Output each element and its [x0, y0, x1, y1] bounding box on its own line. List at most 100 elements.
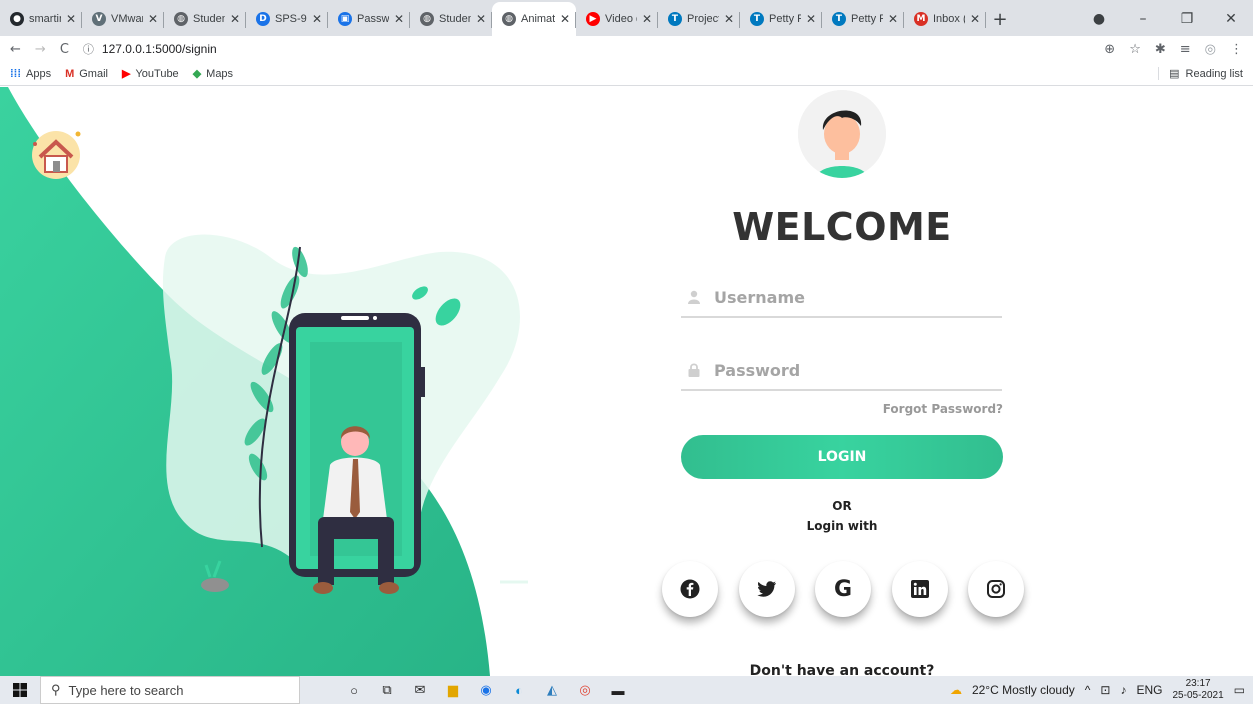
maximize-button[interactable]: ❐ [1165, 11, 1209, 27]
zoom-icon[interactable]: ⊕ [1104, 42, 1115, 57]
tab-label: Student [439, 13, 471, 25]
close-tab-icon[interactable]: ✕ [560, 12, 570, 26]
globe-icon: ◍ [502, 12, 516, 26]
tab-2[interactable]: ◍ Student ✕ [164, 2, 246, 36]
bookmark-apps[interactable]: ⁞⁞⁞ Apps [10, 67, 51, 80]
bookmarks-bar: ⁞⁞⁞ Apps M Gmail ▶ YouTube ◆ Maps ▤ Reading lis… [0, 62, 1253, 86]
social-login-buttons: G [662, 561, 1024, 617]
avatar [798, 90, 886, 178]
window-controls: ● – ❐ ✕ [1077, 2, 1253, 36]
windows-icon [13, 683, 27, 697]
url-text: 127.0.0.1:5000/signin [101, 42, 217, 56]
clock[interactable]: 23:17 25-05-2021 [1173, 678, 1224, 702]
search-icon: ⚲ [51, 682, 61, 697]
close-tab-icon[interactable]: ✕ [642, 12, 652, 26]
menu-icon[interactable]: ⋮ [1230, 42, 1243, 57]
close-tab-icon[interactable]: ✕ [476, 12, 486, 26]
close-tab-icon[interactable]: ✕ [394, 12, 404, 26]
info-icon[interactable]: ⓘ [83, 41, 94, 57]
trello-icon: T [750, 12, 764, 26]
tab-10[interactable]: T Petty Pr ✕ [822, 2, 904, 36]
address-bar[interactable]: ⓘ 127.0.0.1:5000/signin [83, 41, 1083, 57]
doc-icon: D [256, 12, 270, 26]
twitter-button[interactable] [738, 561, 795, 617]
extensions-icon[interactable]: ✱ [1155, 42, 1166, 57]
close-tab-icon[interactable]: ✕ [888, 12, 898, 26]
language-indicator[interactable]: ENG [1136, 683, 1162, 697]
tab-1[interactable]: V VMware ✕ [82, 2, 164, 36]
mail-icon[interactable]: ✉ [410, 680, 430, 700]
close-tab-icon[interactable]: ✕ [230, 12, 240, 26]
close-tab-icon[interactable]: ✕ [312, 12, 322, 26]
linkedin-button[interactable] [891, 561, 948, 617]
password-input[interactable] [714, 360, 974, 380]
sync-icon[interactable]: ◎ [1205, 42, 1216, 57]
close-tab-icon[interactable]: ✕ [66, 12, 76, 26]
terminal-icon[interactable]: ▬ [608, 680, 628, 700]
browser-tab-strip: ● smartin ✕ V VMware ✕ ◍ Student ✕ D SPS-98 ✕ ▣ Passw… [0, 0, 1253, 36]
bookmark-star-icon[interactable]: ☆ [1129, 42, 1141, 57]
tray-expand-icon[interactable]: ^ [1085, 683, 1091, 697]
bookmark-label: Gmail [79, 67, 108, 80]
globe-icon: ◍ [420, 12, 434, 26]
network-icon[interactable]: ⊡ [1100, 683, 1110, 697]
tab-6[interactable]: ◍ Animati ✕ [492, 2, 576, 36]
forgot-password-link[interactable]: Forgot Password? [681, 402, 1003, 416]
weather-text[interactable]: 22°C Mostly cloudy [972, 683, 1075, 697]
username-input[interactable] [714, 287, 974, 307]
profile-icon[interactable]: ● [1077, 11, 1121, 27]
tab-5[interactable]: ◍ Student ✕ [410, 2, 492, 36]
file-explorer-icon[interactable]: ▆ [443, 680, 463, 700]
cortana-icon[interactable]: ○ [344, 680, 364, 700]
google-button[interactable]: G [815, 561, 871, 617]
tab-label: VMware [111, 13, 143, 25]
recorder-icon[interactable]: ◎ [575, 680, 595, 700]
close-tab-icon[interactable]: ✕ [806, 12, 816, 26]
close-tab-icon[interactable]: ✕ [970, 12, 980, 26]
new-tab-button[interactable]: + [986, 2, 1014, 36]
home-icon[interactable] [30, 129, 82, 181]
login-button[interactable]: LOGIN [681, 435, 1003, 479]
close-tab-icon[interactable]: ✕ [724, 12, 734, 26]
notifications-icon[interactable]: ▭ [1234, 683, 1245, 697]
bookmark-youtube[interactable]: ▶ YouTube [122, 67, 179, 81]
system-tray: ☁ 22°C Mostly cloudy ^ ⊡ ♪ ENG 23:17 25-… [950, 678, 1253, 702]
volume-icon[interactable]: ♪ [1120, 683, 1126, 697]
tab-7[interactable]: ▶ Video d ✕ [576, 2, 658, 36]
tab-4[interactable]: ▣ Passwo ✕ [328, 2, 410, 36]
taskbar-search[interactable]: ⚲ Type here to search [40, 676, 300, 704]
tab-11[interactable]: M Inbox (✕ [904, 2, 986, 36]
reading-list-button[interactable]: ▤ Reading list [1158, 67, 1243, 80]
bookmark-gmail[interactable]: M Gmail [65, 67, 108, 80]
taskbar-search-placeholder: Type here to search [68, 682, 184, 698]
trello-icon: T [832, 12, 846, 26]
tab-3[interactable]: D SPS-98 ✕ [246, 2, 328, 36]
reload-icon[interactable]: C [60, 42, 69, 57]
bookmark-maps[interactable]: ◆ Maps [192, 67, 233, 81]
gmail-icon: M [65, 67, 75, 80]
toolbar-actions: ⊕ ☆ ✱ ≡ ◎ ⋮ [1104, 42, 1243, 57]
close-tab-icon[interactable]: ✕ [148, 12, 158, 26]
back-icon[interactable]: ← [10, 42, 21, 57]
tab-label: Petty Pr [851, 13, 883, 25]
facebook-icon [680, 579, 700, 599]
edge-icon[interactable]: ◐ [509, 680, 529, 700]
or-text: OR Login with [640, 496, 1044, 536]
bookmark-label: YouTube [135, 67, 179, 80]
rock [201, 578, 229, 592]
media-icon[interactable]: ≡ [1180, 42, 1191, 57]
reading-list-icon: ▤ [1169, 68, 1180, 80]
minimize-button[interactable]: – [1121, 11, 1165, 27]
vscode-icon[interactable]: ◭ [542, 680, 562, 700]
close-window-button[interactable]: ✕ [1209, 11, 1253, 27]
facebook-button[interactable] [662, 561, 718, 617]
tab-0[interactable]: ● smartin ✕ [0, 2, 82, 36]
forward-icon[interactable]: → [35, 42, 46, 57]
tab-8[interactable]: T Project ✕ [658, 2, 740, 36]
instagram-button[interactable] [968, 561, 1024, 617]
tab-9[interactable]: T Petty Pr ✕ [740, 2, 822, 36]
chrome-app-icon[interactable]: ◉ [476, 680, 496, 700]
start-button[interactable] [0, 676, 40, 704]
task-view-icon[interactable]: ⧉ [377, 680, 397, 700]
maps-icon: ◆ [192, 68, 202, 80]
